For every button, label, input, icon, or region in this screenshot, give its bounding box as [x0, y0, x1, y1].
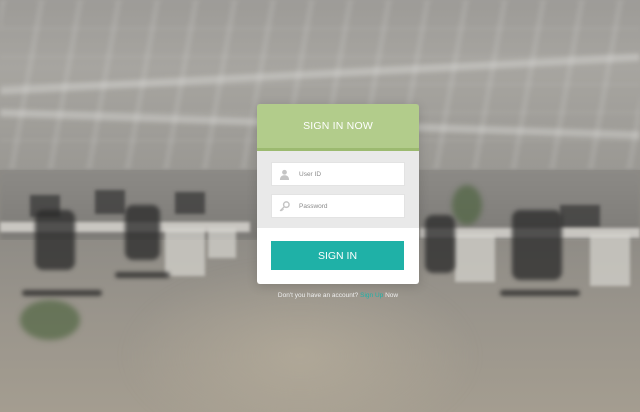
cabinet — [590, 234, 630, 286]
office-chair — [35, 210, 75, 270]
monitor — [175, 192, 205, 214]
signup-prefix: Don't you have an account? — [277, 292, 359, 299]
chair-base — [500, 290, 580, 296]
office-chair — [512, 210, 562, 280]
plant — [20, 300, 80, 340]
cabinet — [455, 234, 495, 282]
login-card: SIGN IN NOW SIGN IN — [257, 104, 419, 284]
login-title: SIGN IN NOW — [303, 120, 373, 132]
office-chair — [425, 215, 455, 273]
password-field[interactable] — [271, 194, 405, 218]
monitor — [560, 205, 600, 227]
user-id-input[interactable] — [299, 170, 399, 178]
user-id-field[interactable] — [271, 162, 405, 186]
sign-up-link[interactable]: Sign Up — [360, 292, 383, 299]
monitor — [95, 190, 125, 214]
login-fields-panel — [257, 151, 419, 228]
cabinet — [165, 228, 205, 276]
chair-base — [115, 272, 170, 278]
password-input[interactable] — [299, 202, 399, 210]
chair-base — [22, 290, 102, 296]
signup-prompt: Don't you have an account? Sign Up Now — [257, 292, 419, 299]
user-icon — [278, 168, 290, 180]
login-header: SIGN IN NOW — [257, 104, 419, 151]
login-actions: SIGN IN — [257, 228, 419, 284]
office-chair — [125, 205, 160, 260]
signup-suffix: Now — [385, 292, 399, 299]
sign-in-button[interactable]: SIGN IN — [271, 241, 404, 270]
cabinet — [208, 228, 236, 258]
key-icon — [278, 200, 290, 212]
plant — [452, 185, 482, 225]
